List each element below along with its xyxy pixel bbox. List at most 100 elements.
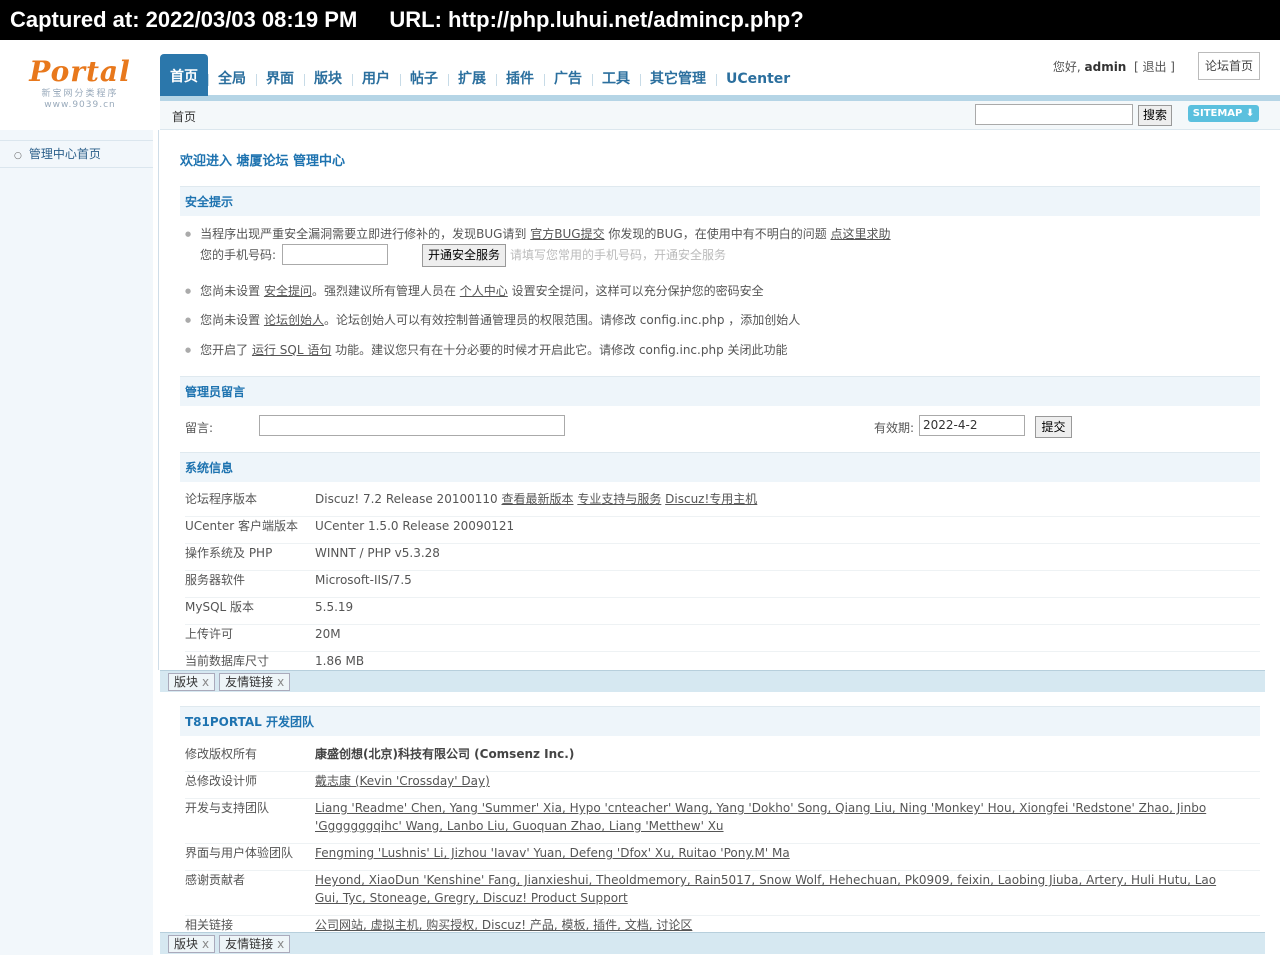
close-icon[interactable]: x: [277, 675, 284, 689]
security-question-link[interactable]: 安全提问: [264, 284, 312, 298]
tip-sql: 您开启了 运行 SQL 语句 功能。建议您只有在十分必要的时候才开启此它。请修改…: [185, 341, 788, 358]
info-key: 上传许可: [185, 627, 234, 641]
designer-link[interactable]: 戴志康 (Kevin 'Crossday' Day): [315, 774, 490, 788]
tab-users[interactable]: 用户: [352, 62, 400, 96]
info-value: WINNT / PHP v5.3.28: [315, 546, 440, 560]
table-row: 界面与用户体验团队 Fengming 'Lushnis' Li, Jizhou '…: [185, 844, 1260, 871]
copyright-owner: 康盛创想(北京)科技有限公司 (Comsenz Inc.): [315, 747, 575, 761]
info-value: UCenter 1.5.0 Release 20090121: [315, 519, 515, 533]
tray-chip-links[interactable]: 友情链接 x: [219, 672, 291, 691]
help-link[interactable]: 点这里求助: [831, 227, 891, 241]
phone-input[interactable]: [282, 244, 388, 265]
captured-at-text: Captured at: 2022/03/03 08:19 PM: [10, 7, 358, 32]
hosting-link[interactable]: Discuz!专用主机: [665, 492, 757, 506]
support-link[interactable]: 专业支持与服务: [577, 492, 661, 506]
tip-text: 您尚未设置: [200, 284, 264, 298]
tab-ads[interactable]: 广告: [544, 62, 592, 96]
tip-text: 当程序出现严重安全漏洞需要立即进行修补的，发现BUG请到: [200, 227, 531, 241]
close-icon[interactable]: x: [202, 675, 209, 689]
team-value: Fengming 'Lushnis' Li, Jizhou 'Iavav' Yu…: [315, 844, 1230, 862]
tip-text: 您尚未设置: [200, 313, 264, 327]
tab-posts[interactable]: 帖子: [400, 62, 448, 96]
admin-message-row: 留言: 有效期: 2022-4-2 提交: [185, 415, 1260, 438]
tip-bug-report: 当程序出现严重安全漏洞需要立即进行修补的，发现BUG请到 官方BUG提交 你发现…: [185, 225, 891, 242]
sitemap-button[interactable]: SITEMAP ⬇: [1188, 105, 1259, 122]
open-security-button[interactable]: 开通安全服务: [422, 244, 506, 267]
tray-chip-links[interactable]: 友情链接 x: [219, 934, 291, 953]
table-row: 当前数据库尺寸 1.86 MB: [185, 652, 1260, 670]
latest-version-link[interactable]: 查看最新版本: [501, 492, 573, 506]
tab-plugins[interactable]: 插件: [496, 62, 544, 96]
info-key: 服务器软件: [185, 573, 246, 587]
team-value: 康盛创想(北京)科技有限公司 (Comsenz Inc.): [315, 745, 1230, 763]
table-row: 论坛程序版本 Discuz! 7.2 Release 20100110 查看最新…: [185, 490, 1260, 517]
table-row: 开发与支持团队 Liang 'Readme' Chen, Yang 'Summer…: [185, 799, 1260, 844]
page-title: 欢迎进入 塘厦论坛 管理中心: [180, 154, 346, 169]
chip-label: 友情链接: [225, 936, 274, 951]
portal-logo[interactable]: Portal 新宝网分类程序 www.9039.cn: [0, 56, 160, 116]
bottom-tray-1: 版块 x 友情链接 x: [160, 670, 1265, 692]
system-info-header: 系统信息: [180, 452, 1260, 482]
table-row: MySQL 版本 5.5.19: [185, 598, 1260, 625]
content-divider: [158, 130, 159, 670]
phone-label: 您的手机号码:: [200, 248, 277, 262]
tab-forums[interactable]: 版块: [304, 62, 352, 96]
security-section-header: 安全提示: [180, 186, 1260, 216]
related-links[interactable]: 公司网站, 虚拟主机, 购买授权, Discuz! 产品, 模板, 插件, 文档…: [315, 918, 692, 932]
founder-link[interactable]: 论坛创始人: [264, 313, 324, 327]
ux-team-links[interactable]: Fengming 'Lushnis' Li, Jizhou 'Iavav' Yu…: [315, 846, 790, 860]
forum-home-button[interactable]: 论坛首页: [1198, 52, 1260, 80]
greeting: 您好,: [1052, 60, 1081, 74]
tip-text: 。强烈建议所有管理人员在: [311, 284, 460, 298]
tab-tools[interactable]: 工具: [592, 62, 640, 96]
tip-text: 功能。建议您只有在十分必要的时候才开启此它。请修改 config.inc.php…: [331, 343, 788, 357]
dev-team-links[interactable]: Liang 'Readme' Chen, Yang 'Summer' Xia, …: [315, 801, 1206, 833]
logout-link[interactable]: [ 退出 ]: [1134, 60, 1175, 74]
user-box: 您好, admin [ 退出 ]: [1053, 58, 1175, 75]
tray-chip-forums[interactable]: 版块 x: [168, 934, 216, 953]
info-value: 5.5.19: [315, 600, 354, 614]
info-value: Microsoft-IIS/7.5: [315, 573, 412, 587]
profile-center-link[interactable]: 个人中心: [460, 284, 508, 298]
tab-home[interactable]: 首页: [160, 54, 208, 96]
info-value: 1.86 MB: [315, 654, 365, 668]
info-key: MySQL 版本: [185, 600, 255, 614]
info-value: Discuz! 7.2 Release 20100110 查看最新版本 专业支持…: [315, 490, 1230, 508]
tab-interface[interactable]: 界面: [256, 62, 304, 96]
tip-security-question: 您尚未设置 安全提问。强烈建议所有管理人员在 个人中心 设置安全提问，这样可以充…: [185, 282, 764, 299]
table-row: 感谢贡献者 Heyond, XiaoDun 'Kenshine' Fang, Ji…: [185, 871, 1260, 916]
close-icon[interactable]: x: [277, 937, 284, 951]
tab-extensions[interactable]: 扩展: [448, 62, 496, 96]
info-key: UCenter 客户端版本: [185, 519, 298, 533]
main-nav: 首页 全局 界面 版块 用户 帖子 扩展 插件 广告 工具 其它管理 UCent…: [160, 54, 800, 96]
sidebar-item-home[interactable]: 管理中心首页: [0, 140, 153, 168]
close-icon[interactable]: x: [202, 937, 209, 951]
run-sql-link[interactable]: 运行 SQL 语句: [252, 343, 331, 357]
table-row: 操作系统及 PHP WINNT / PHP v5.3.28: [185, 544, 1260, 571]
search-input[interactable]: [975, 104, 1133, 125]
submit-button[interactable]: 提交: [1035, 416, 1072, 438]
url-text: URL: http://php.luhui.net/admincp.php?: [389, 7, 804, 32]
main-content: 欢迎进入 塘厦论坛 管理中心 安全提示 当程序出现严重安全漏洞需要立即进行修补的…: [180, 130, 1260, 955]
team-key: 修改版权所有: [185, 747, 258, 761]
tip-text: 您开启了: [200, 343, 252, 357]
tray-chip-forums[interactable]: 版块 x: [168, 672, 216, 691]
sub-bar: 首页 搜索 SITEMAP ⬇: [160, 101, 1280, 130]
bug-submit-link[interactable]: 官方BUG提交: [530, 227, 604, 241]
message-label: 留言:: [185, 421, 214, 435]
tab-other[interactable]: 其它管理: [640, 62, 716, 96]
message-input[interactable]: [259, 415, 565, 436]
info-key: 操作系统及 PHP: [185, 546, 273, 560]
tab-global[interactable]: 全局: [208, 62, 256, 96]
tip-text: 。论坛创始人可以有效控制普通管理员的权限范围。请修改 config.inc.ph…: [323, 313, 801, 327]
contributors-links[interactable]: Heyond, XiaoDun 'Kenshine' Fang, Jianxie…: [315, 873, 1216, 905]
team-key: 感谢贡献者: [185, 873, 246, 887]
team-value: 戴志康 (Kevin 'Crossday' Day): [315, 772, 1230, 790]
bottom-tray-2: 版块 x 友情链接 x: [160, 932, 1265, 954]
logo-subtitle: 新宝网分类程序: [41, 89, 119, 99]
team-key: 界面与用户体验团队: [185, 846, 294, 860]
tab-ucenter[interactable]: UCenter: [716, 62, 800, 96]
valid-date-input[interactable]: 2022-4-2: [919, 415, 1025, 436]
phone-row: 您的手机号码: 开通安全服务 请填写您常用的手机号码，开通安全服务: [200, 244, 726, 267]
search-button[interactable]: 搜索: [1138, 105, 1173, 126]
